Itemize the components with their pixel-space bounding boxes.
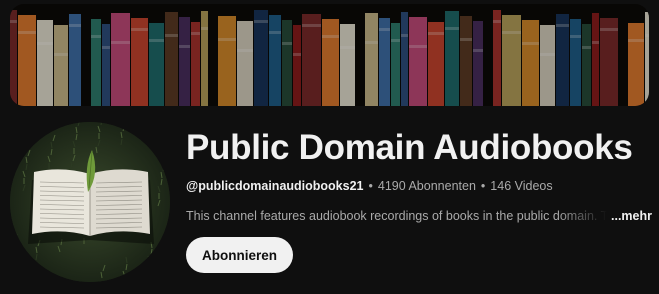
channel-banner [10,4,649,106]
video-count: 146 Videos [490,179,553,193]
bookshelf-banner-image [10,4,649,106]
more-link[interactable]: ...mehr [611,209,652,223]
subscribe-button[interactable]: Abonnieren [186,237,294,273]
channel-description-row[interactable]: This channel features audiobook recordin… [186,209,652,223]
open-book-avatar-image [10,122,170,282]
meta-separator: • [480,179,486,193]
subscriber-count: 4190 Abonnenten [377,179,476,193]
channel-description: This channel features audiobook recordin… [186,209,607,223]
channel-handle: @publicdomainaudiobooks21 [186,179,364,193]
channel-name: Public Domain Audiobooks [186,128,633,167]
channel-meta: @publicdomainaudiobooks21 • 4190 Abonnente… [186,179,553,193]
channel-avatar[interactable] [10,122,170,282]
meta-separator: • [368,179,373,193]
